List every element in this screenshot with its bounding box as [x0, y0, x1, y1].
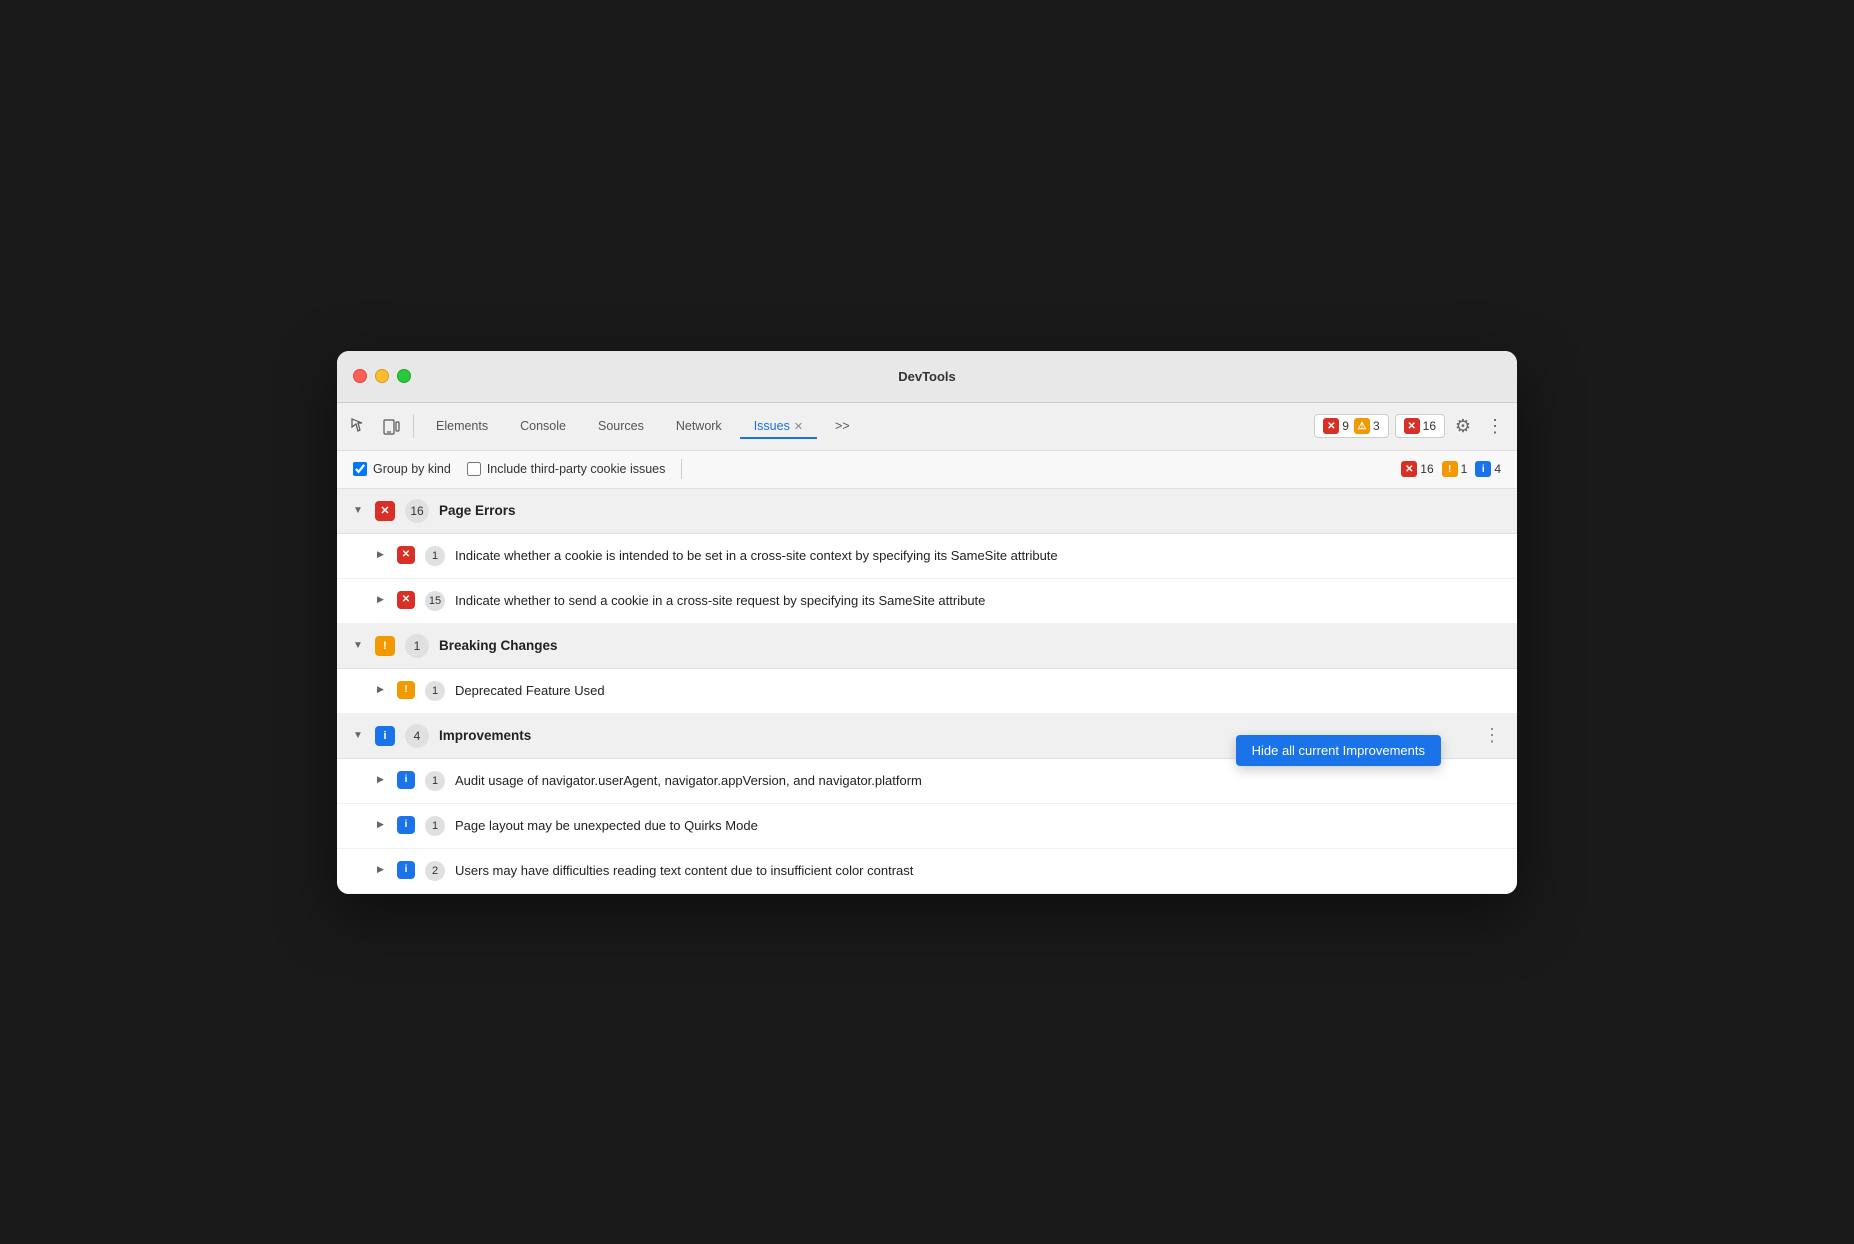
breaking-changes-section-header[interactable]: ▼ ! 1 Breaking Changes [337, 624, 1517, 669]
improvements-chevron: ▼ [353, 730, 365, 741]
issue-count: 2 [425, 861, 445, 881]
tab-issues-close[interactable]: ✕ [794, 420, 803, 433]
error-badge-group[interactable]: ✕ 9 ⚠ 3 [1314, 414, 1388, 438]
issue-error-icon: ✕ [397, 546, 415, 564]
issue-expand-icon: ▶ [377, 684, 387, 695]
issue-text: Deprecated Feature Used [455, 681, 1501, 701]
issue-expand-icon: ▶ [377, 549, 387, 560]
issue-text: Audit usage of navigator.userAgent, navi… [455, 771, 1501, 791]
third-party-checkbox[interactable] [467, 462, 481, 476]
improvements-count: 4 [405, 724, 429, 748]
opt-error-count: 16 [1420, 462, 1433, 476]
warning-badge-count: 3 [1373, 419, 1380, 433]
tab-console[interactable]: Console [506, 413, 580, 439]
error-badge-icon: ✕ [1323, 418, 1339, 434]
issue-expand-icon: ▶ [377, 819, 387, 830]
warning-badge-icon: ⚠ [1354, 418, 1370, 434]
issue-count: 15 [425, 591, 445, 611]
issue-error-icon: ✕ [397, 591, 415, 609]
page-errors-icon: ✕ [375, 501, 395, 521]
page-errors-count: 16 [405, 499, 429, 523]
breaking-changes-chevron: ▼ [353, 640, 365, 651]
issues-content: ▼ ✕ 16 Page Errors ▶ ✕ 1 Indicate whethe… [337, 489, 1517, 894]
more-menu-button[interactable]: ⋮ [1481, 412, 1509, 440]
opt-warning-icon: ! [1442, 461, 1458, 477]
issue-text: Indicate whether a cookie is intended to… [455, 546, 1501, 566]
error-badge-count: 9 [1342, 419, 1349, 433]
close-button[interactable] [353, 369, 367, 383]
tab-network[interactable]: Network [662, 413, 736, 439]
improvements-section-header[interactable]: ▼ i 4 Improvements ⋮ Hide all current Im… [337, 714, 1517, 759]
issues-error-icon: ✕ [1404, 418, 1420, 434]
opt-warning-badge: ! 1 [1442, 461, 1468, 477]
minimize-button[interactable] [375, 369, 389, 383]
group-by-kind-label: Group by kind [373, 462, 451, 476]
options-badges: ✕ 16 ! 1 i 4 [1401, 461, 1501, 477]
issue-text: Indicate whether to send a cookie in a c… [455, 591, 1501, 611]
more-tabs-button[interactable]: >> [821, 413, 864, 439]
issues-badge-group[interactable]: ✕ 16 [1395, 414, 1445, 438]
page-errors-section-header[interactable]: ▼ ✕ 16 Page Errors [337, 489, 1517, 534]
inspect-icon[interactable] [345, 412, 373, 440]
opt-info-icon: i [1475, 461, 1491, 477]
group-by-kind-group: Group by kind [353, 462, 451, 476]
maximize-button[interactable] [397, 369, 411, 383]
opt-info-badge: i 4 [1475, 461, 1501, 477]
device-icon[interactable] [377, 412, 405, 440]
breaking-changes-count: 1 [405, 634, 429, 658]
title-bar: DevTools [337, 351, 1517, 403]
toolbar: Elements Console Sources Network Issues … [337, 403, 1517, 451]
issue-row[interactable]: ▶ i 1 Page layout may be unexpected due … [337, 804, 1517, 849]
improvements-icon: i [375, 726, 395, 746]
issue-count: 1 [425, 771, 445, 791]
page-errors-chevron: ▼ [353, 505, 365, 516]
issue-text: Users may have difficulties reading text… [455, 861, 1501, 881]
breaking-changes-title: Breaking Changes [439, 638, 558, 653]
issue-expand-icon: ▶ [377, 864, 387, 875]
issue-row[interactable]: ▶ i 2 Users may have difficulties readin… [337, 849, 1517, 894]
issues-count: 16 [1423, 419, 1436, 433]
issue-expand-icon: ▶ [377, 774, 387, 785]
issue-expand-icon: ▶ [377, 594, 387, 605]
issue-text: Page layout may be unexpected due to Qui… [455, 816, 1501, 836]
toolbar-divider-1 [413, 414, 414, 438]
settings-button[interactable]: ⚙ [1449, 412, 1477, 440]
issue-info-icon: i [397, 771, 415, 789]
issue-count: 1 [425, 816, 445, 836]
improvements-more-button[interactable]: ⋮ Hide all current Improvements [1483, 725, 1501, 746]
breaking-changes-icon: ! [375, 636, 395, 656]
toolbar-badges: ✕ 9 ⚠ 3 ✕ 16 [1314, 414, 1445, 438]
tab-sources[interactable]: Sources [584, 413, 658, 439]
tab-issues[interactable]: Issues ✕ [740, 413, 817, 439]
devtools-window: DevTools Elements Console Sources [337, 351, 1517, 894]
issue-count: 1 [425, 681, 445, 701]
tab-elements[interactable]: Elements [422, 413, 502, 439]
opt-info-count: 4 [1494, 462, 1501, 476]
issue-info-icon: i [397, 816, 415, 834]
options-bar: Group by kind Include third-party cookie… [337, 451, 1517, 489]
issue-warning-icon: ! [397, 681, 415, 699]
issue-row[interactable]: ▶ ! 1 Deprecated Feature Used [337, 669, 1517, 714]
third-party-label: Include third-party cookie issues [487, 462, 666, 476]
group-by-kind-checkbox[interactable] [353, 462, 367, 476]
issue-row[interactable]: ▶ ✕ 15 Indicate whether to send a cookie… [337, 579, 1517, 624]
window-title: DevTools [898, 369, 956, 384]
options-divider [681, 459, 682, 479]
third-party-group: Include third-party cookie issues [467, 462, 666, 476]
issue-count: 1 [425, 546, 445, 566]
opt-warning-count: 1 [1461, 462, 1468, 476]
traffic-lights [353, 369, 411, 383]
opt-error-icon: ✕ [1401, 461, 1417, 477]
issue-info-icon: i [397, 861, 415, 879]
improvements-title: Improvements [439, 728, 531, 743]
opt-error-badge: ✕ 16 [1401, 461, 1433, 477]
context-menu[interactable]: Hide all current Improvements [1236, 735, 1441, 766]
issue-row[interactable]: ▶ ✕ 1 Indicate whether a cookie is inten… [337, 534, 1517, 579]
page-errors-title: Page Errors [439, 503, 516, 518]
